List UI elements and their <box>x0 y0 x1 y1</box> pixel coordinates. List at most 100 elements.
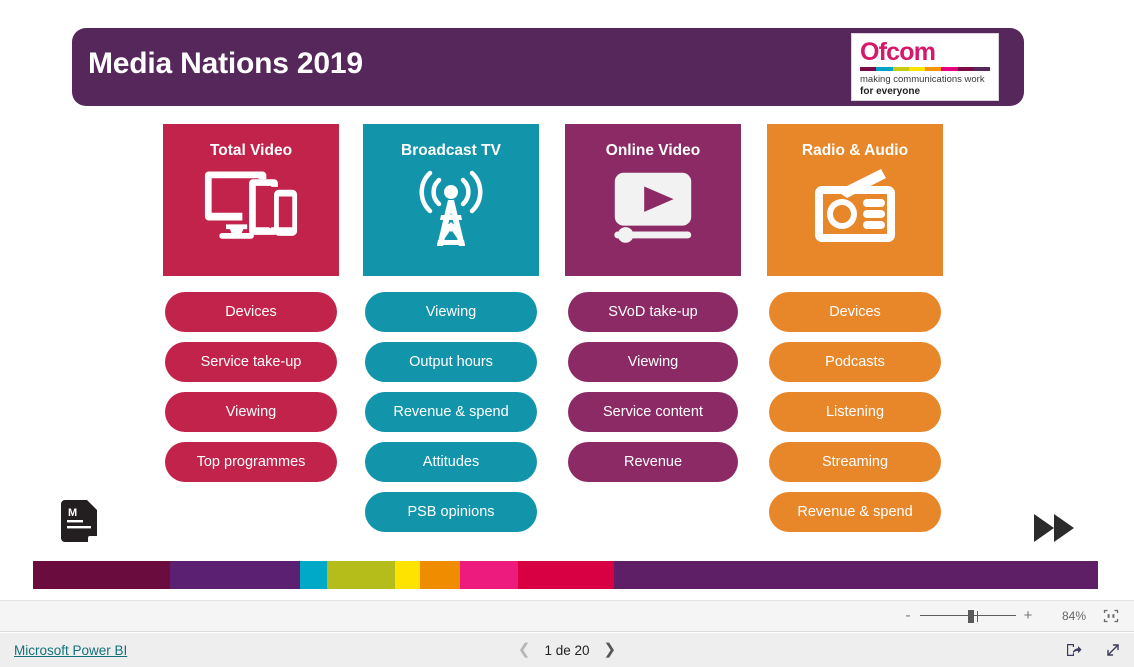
topic-link-label: Devices <box>225 304 277 320</box>
status-bar: Microsoft Power BI ❮ 1 de 20 ❯ <box>0 633 1134 667</box>
topic-link-label: Attitudes <box>422 454 480 470</box>
broadcast-tower-icon <box>403 166 499 250</box>
topic-link-label: SVoD take-up <box>608 304 698 320</box>
power-bi-report-viewer: Media Nations 2019 Ofcom making communic… <box>0 0 1134 667</box>
ofcom-logo-colorbar-segment-7 <box>973 67 990 71</box>
video-player-icon <box>605 166 701 250</box>
topic-link-button[interactable]: Viewing <box>365 292 537 332</box>
page-navigation: ❮ 1 de 20 ❯ <box>518 642 617 658</box>
topic-link-button[interactable]: Viewing <box>568 342 738 382</box>
zoom-slider-thumb[interactable] <box>968 610 974 623</box>
topic-card-title: Online Video <box>605 142 701 159</box>
topic-link-label: PSB opinions <box>407 504 495 520</box>
page-indicator: 1 de 20 <box>544 642 590 658</box>
topic-link-label: Service take-up <box>200 354 302 370</box>
topic-link-label: Output hours <box>409 354 493 370</box>
topic-card[interactable]: Total Video <box>163 124 339 276</box>
topic-card-title: Broadcast TV <box>401 142 501 159</box>
ofcom-logo-colorbar-segment-1 <box>876 67 893 71</box>
ofcom-logo-colorbar-segment-0 <box>860 67 877 71</box>
topic-column-radio-audio: Radio & Audio Devices Podcasts Listening St… <box>767 124 943 532</box>
topic-link-label: Viewing <box>425 304 477 320</box>
topic-link-button[interactable]: Service take-up <box>165 342 337 382</box>
topic-link-label: Streaming <box>821 454 889 470</box>
topic-link-label: Revenue <box>623 454 683 470</box>
topic-link-label: Listening <box>825 404 885 420</box>
topic-link-button[interactable]: Listening <box>769 392 941 432</box>
report-slide-canvas: Media Nations 2019 Ofcom making communic… <box>0 0 1134 600</box>
brand-strip-segment-7 <box>517 561 614 589</box>
zoom-level-label: 84% <box>1061 609 1087 623</box>
zoom-control: - + <box>900 608 1036 623</box>
topic-column-broadcast-tv: Broadcast TV Viewing Output hours Revenue … <box>363 124 539 532</box>
radio-icon <box>807 166 903 250</box>
topic-link-button[interactable]: Streaming <box>769 442 941 482</box>
ofcom-tagline-line2: for everyone <box>860 86 921 97</box>
topic-link-label: Podcasts <box>825 354 885 370</box>
brand-strip-segment-8 <box>613 561 1098 589</box>
ofcom-logo-colorbar-segment-4 <box>925 67 942 71</box>
zoom-slider[interactable] <box>920 609 1016 623</box>
ofcom-logo-wordmark: Ofcom <box>860 38 936 66</box>
ofcom-logo-colorbar-segment-3 <box>908 67 925 71</box>
topic-link-label: Devices <box>829 304 881 320</box>
brand-strip-segment-3 <box>326 561 395 589</box>
devices-icon <box>203 166 299 250</box>
ofcom-logo-colorbar-segment-6 <box>957 67 974 71</box>
brand-strip-segment-6 <box>459 561 518 589</box>
topic-link-label: Service content <box>603 404 703 420</box>
zoom-slider-tick <box>977 611 978 622</box>
fullscreen-icon[interactable] <box>1104 641 1122 659</box>
zoom-toolbar: - + 84% <box>0 600 1134 632</box>
topic-link-list: Devices Service take-up Viewing Top program… <box>163 282 339 482</box>
topic-link-button[interactable]: Top programmes <box>165 442 337 482</box>
svg-text:M: M <box>68 507 77 519</box>
brand-strip-segment-2 <box>300 561 327 589</box>
ofcom-logo-colorbar-segment-2 <box>892 67 909 71</box>
chevron-right-icon[interactable]: ❯ <box>604 642 617 657</box>
topic-link-button[interactable]: Revenue & spend <box>769 492 941 532</box>
brand-strip-segment-5 <box>419 561 460 589</box>
chevron-left-icon[interactable]: ❮ <box>518 642 531 657</box>
zoom-out-button[interactable]: - <box>900 608 916 623</box>
topic-link-button[interactable]: Revenue <box>568 442 738 482</box>
topic-link-button[interactable]: Viewing <box>165 392 337 432</box>
topic-link-button[interactable]: Revenue & spend <box>365 392 537 432</box>
topic-card[interactable]: Radio & Audio <box>767 124 943 276</box>
brand-color-strip <box>33 561 1098 589</box>
topic-link-list: Viewing Output hours Revenue & spend Attitu… <box>363 282 539 532</box>
topic-link-list: SVoD take-up Viewing Service content Revenu… <box>565 282 741 482</box>
ofcom-logo-colorbar <box>860 67 990 71</box>
share-icon[interactable] <box>1064 641 1082 659</box>
topic-card-title: Radio & Audio <box>801 142 909 159</box>
topic-column-online-video: Online Video SVoD take-up Viewing Service … <box>565 124 741 482</box>
page-title: Media Nations 2019 <box>88 47 363 80</box>
topic-link-button[interactable]: PSB opinions <box>365 492 537 532</box>
topic-card-title: Total Video <box>209 142 293 159</box>
brand-strip-segment-4 <box>394 561 420 589</box>
topic-link-label: Viewing <box>225 404 277 420</box>
fast-forward-icon[interactable] <box>1028 508 1080 548</box>
topic-link-button[interactable]: Devices <box>165 292 337 332</box>
topic-link-label: Revenue & spend <box>797 504 913 520</box>
status-bar-actions <box>1064 641 1122 659</box>
topic-link-button[interactable]: Podcasts <box>769 342 941 382</box>
topic-link-button[interactable]: Output hours <box>365 342 537 382</box>
brand-strip-segment-0 <box>33 561 170 589</box>
topic-link-button[interactable]: Service content <box>568 392 738 432</box>
brand-strip-segment-1 <box>170 561 300 589</box>
topic-link-button[interactable]: Attitudes <box>365 442 537 482</box>
zoom-in-button[interactable]: + <box>1020 608 1036 623</box>
topic-link-label: Revenue & spend <box>393 404 509 420</box>
topic-card[interactable]: Broadcast TV <box>363 124 539 276</box>
topic-link-button[interactable]: SVoD take-up <box>568 292 738 332</box>
fit-to-page-icon[interactable] <box>1100 606 1122 626</box>
power-bi-link[interactable]: Microsoft Power BI <box>14 643 127 658</box>
ofcom-logo-colorbar-segment-5 <box>941 67 958 71</box>
topic-link-button[interactable]: Devices <box>769 292 941 332</box>
topic-column-total-video: Total Video Devices Service take-up Viewin… <box>163 124 339 482</box>
document-icon[interactable]: M <box>57 496 101 548</box>
ofcom-logo: Ofcom making communications work for eve… <box>851 33 999 101</box>
ofcom-tagline-line1: making communications work <box>860 74 985 85</box>
topic-card[interactable]: Online Video <box>565 124 741 276</box>
